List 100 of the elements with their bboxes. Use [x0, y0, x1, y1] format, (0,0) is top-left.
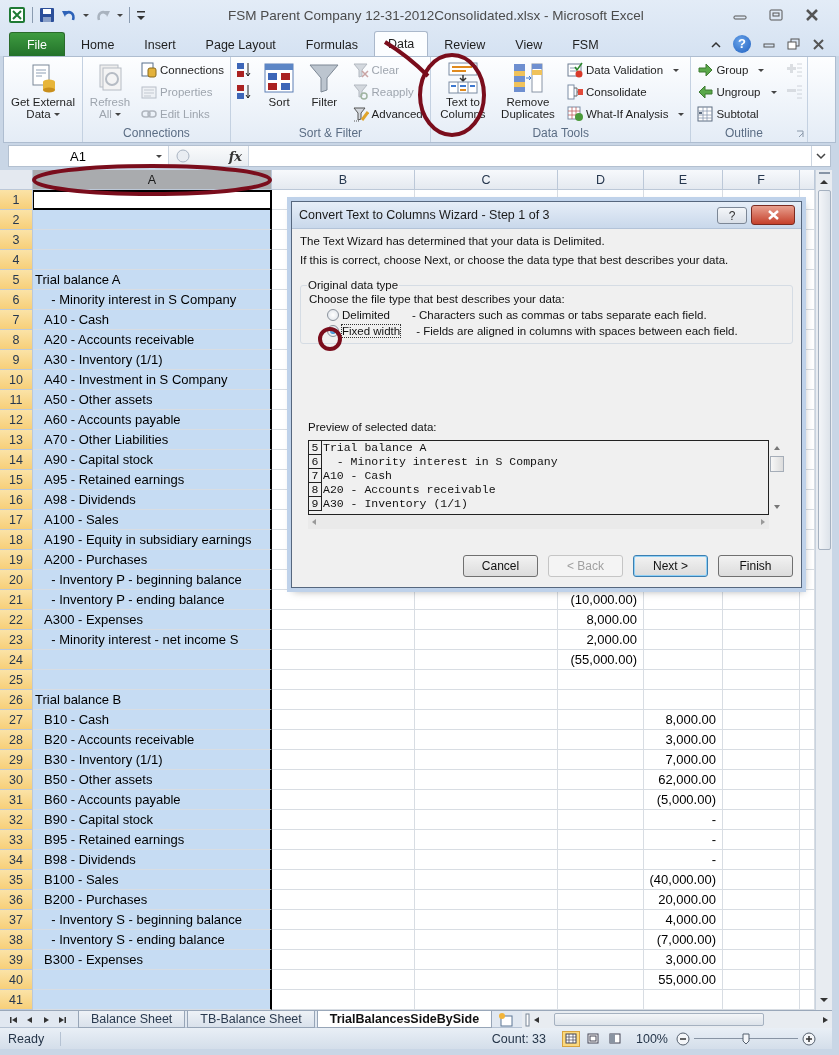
ribbon-tab[interactable]: View	[501, 32, 557, 56]
row-header[interactable]: 13	[0, 430, 33, 450]
radio-label[interactable]: Delimited	[342, 309, 412, 321]
dialog-button[interactable]: Next >	[633, 555, 708, 577]
ribbon-button[interactable]: Ungroup	[694, 81, 780, 103]
row-header[interactable]: 8	[0, 330, 33, 350]
ribbon-tab[interactable]: Insert	[130, 32, 190, 56]
view-button[interactable]	[584, 1030, 602, 1047]
view-button[interactable]	[562, 1030, 580, 1047]
row-header[interactable]: 37	[0, 910, 33, 930]
scroll-left-icon[interactable]	[533, 1015, 542, 1024]
row-header[interactable]: 4	[0, 250, 33, 270]
last-sheet-icon[interactable]	[58, 1015, 66, 1024]
row-header[interactable]: 31	[0, 790, 33, 810]
row-header[interactable]: 40	[0, 970, 33, 990]
row-header[interactable]: 1	[0, 190, 33, 210]
row-header[interactable]: 12	[0, 410, 33, 430]
row-header[interactable]: 14	[0, 450, 33, 470]
zoom-in-icon[interactable]	[802, 1031, 816, 1046]
sheet-tab[interactable]: Balance Sheet	[78, 1011, 186, 1028]
column-header[interactable]: D	[558, 170, 644, 190]
ribbon-tab[interactable]: Home	[67, 32, 129, 56]
dialog-button[interactable]: Finish	[718, 555, 793, 577]
row-header[interactable]: 3	[0, 230, 33, 250]
dialog-button[interactable]: Cancel	[463, 555, 538, 577]
row-header[interactable]: 36	[0, 890, 33, 910]
column-header[interactable]: B	[272, 170, 415, 190]
row-header[interactable]: 10	[0, 370, 33, 390]
row-header[interactable]: 38	[0, 930, 33, 950]
row-header[interactable]: 26	[0, 690, 33, 710]
row-header[interactable]: 18	[0, 530, 33, 550]
scroll-right-icon[interactable]	[821, 1015, 829, 1024]
dialog-launcher-icon[interactable]	[795, 129, 804, 138]
close-icon[interactable]	[805, 8, 819, 22]
row-header[interactable]: 25	[0, 670, 33, 690]
help-button[interactable]: ?	[717, 206, 747, 224]
row-header[interactable]: 2	[0, 210, 33, 230]
close-icon[interactable]	[812, 37, 825, 51]
radio-button[interactable]	[327, 309, 339, 321]
row-header[interactable]: 6	[0, 290, 33, 310]
maximize-icon[interactable]	[769, 9, 783, 21]
ribbon-button[interactable]: What-If Analysis	[563, 103, 688, 125]
row-header[interactable]: 19	[0, 550, 33, 570]
collapse-ribbon-icon[interactable]	[711, 39, 721, 49]
row-header[interactable]: 34	[0, 850, 33, 870]
ribbon-button[interactable]: Connections	[138, 59, 227, 81]
row-header[interactable]: 5	[0, 270, 33, 290]
save-icon[interactable]	[39, 7, 55, 23]
file-tab[interactable]: File	[9, 32, 65, 56]
row-header[interactable]: 28	[0, 730, 33, 750]
row-header[interactable]: 35	[0, 870, 33, 890]
row-header[interactable]: 15	[0, 470, 33, 490]
row-header[interactable]: 33	[0, 830, 33, 850]
customize-icon[interactable]	[136, 9, 146, 21]
ribbon-tab[interactable]: Formulas	[291, 32, 372, 56]
zoom-out-icon[interactable]	[676, 1031, 690, 1046]
row-header[interactable]: 21	[0, 590, 33, 610]
column-header[interactable]: C	[415, 170, 558, 190]
next-sheet-icon[interactable]	[42, 1015, 50, 1024]
sheet-tab[interactable]: TB-Balance Sheet	[187, 1011, 315, 1028]
column-header[interactable]: F	[723, 170, 800, 190]
sheet-tab[interactable]: TrialBalancesSideBySide	[316, 1011, 493, 1028]
row-header[interactable]: 9	[0, 350, 33, 370]
row-header[interactable]: 27	[0, 710, 33, 730]
row-header[interactable]: 11	[0, 390, 33, 410]
ribbon-button[interactable]: Remove Duplicates	[495, 59, 560, 125]
slider-thumb[interactable]	[742, 1032, 750, 1045]
scroll-down-icon[interactable]	[819, 996, 829, 1004]
scroll-up-icon[interactable]	[819, 178, 829, 186]
ribbon-button[interactable]: Data Validation	[563, 59, 688, 81]
sort-descending-icon[interactable]	[235, 84, 252, 100]
row-header[interactable]: 22	[0, 610, 33, 630]
ribbon-button[interactable]: Consolidate	[563, 81, 688, 103]
ribbon-tab[interactable]: Page Layout	[191, 32, 290, 56]
previous-sheet-icon[interactable]	[26, 1015, 34, 1024]
radio-label[interactable]: Fixed width	[342, 325, 401, 337]
ribbon-button[interactable]: Filter	[304, 59, 345, 125]
ribbon-tab[interactable]: FSM	[558, 32, 613, 56]
first-sheet-icon[interactable]	[10, 1015, 18, 1024]
ribbon-button[interactable]: Get External Data	[7, 59, 79, 125]
ribbon-button[interactable]: Subtotal	[694, 103, 780, 125]
row-header[interactable]: 20	[0, 570, 33, 590]
row-header[interactable]: 29	[0, 750, 33, 770]
scrollbar-thumb[interactable]	[770, 456, 784, 472]
row-header[interactable]: 41	[0, 990, 33, 1010]
row-header[interactable]: 30	[0, 770, 33, 790]
row-header[interactable]: 17	[0, 510, 33, 530]
scrollbar-thumb[interactable]	[554, 1013, 765, 1026]
ribbon-tab[interactable]: Review	[430, 32, 500, 56]
row-header[interactable]: 39	[0, 950, 33, 970]
ribbon-button[interactable]: Advanced	[349, 103, 427, 125]
sort-ascending-icon[interactable]	[235, 62, 252, 78]
close-button[interactable]	[751, 205, 795, 225]
scrollbar-thumb[interactable]	[817, 190, 831, 550]
row-header[interactable]: 16	[0, 490, 33, 510]
view-button[interactable]	[606, 1030, 624, 1047]
ribbon-button[interactable]: Group	[694, 59, 780, 81]
row-header[interactable]: 7	[0, 310, 33, 330]
row-header[interactable]: 24	[0, 650, 33, 670]
ribbon-button[interactable]: Sort	[259, 59, 300, 125]
